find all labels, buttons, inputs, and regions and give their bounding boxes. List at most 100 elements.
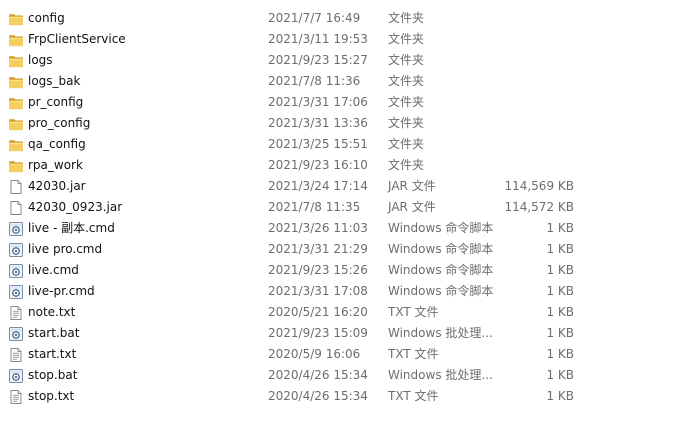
file-row[interactable]: live - 副本.cmd 2021/3/26 11:03 Windows 命令… — [0, 218, 676, 239]
modified-date: 2021/9/23 15:09 — [268, 326, 368, 340]
file-name: pro_config — [28, 116, 91, 130]
file-row[interactable]: start.txt 2020/5/9 16:06 TXT 文件 1 KB — [0, 344, 676, 365]
file-size: 1 KB — [546, 221, 574, 235]
modified-date: 2021/3/24 17:14 — [268, 179, 368, 193]
file-name: live.cmd — [28, 263, 79, 277]
script-icon — [8, 221, 24, 237]
folder-icon — [8, 137, 24, 153]
file-size: 1 KB — [546, 389, 574, 403]
file-list: config 2021/7/7 16:49 文件夹 FrpClientServi… — [0, 0, 676, 428]
file-row[interactable]: stop.txt 2020/4/26 15:34 TXT 文件 1 KB — [0, 386, 676, 407]
folder-icon — [8, 11, 24, 27]
file-name: note.txt — [28, 305, 76, 319]
file-size: 1 KB — [546, 263, 574, 277]
file-type: Windows 批处理... — [388, 326, 493, 340]
file-type: 文件夹 — [388, 95, 425, 109]
folder-icon — [8, 32, 24, 48]
file-row[interactable]: live-pr.cmd 2021/3/31 17:08 Windows 命令脚本… — [0, 281, 676, 302]
file-name: rpa_work — [28, 158, 83, 172]
folder-icon — [8, 116, 24, 132]
modified-date: 2021/9/23 15:27 — [268, 53, 368, 67]
modified-date: 2021/3/31 13:36 — [268, 116, 368, 130]
file-row[interactable]: FrpClientService 2021/3/11 19:53 文件夹 — [0, 29, 676, 50]
file-type: Windows 命令脚本 — [388, 284, 494, 298]
file-row[interactable]: pr_config 2021/3/31 17:06 文件夹 — [0, 92, 676, 113]
file-row[interactable]: logs 2021/9/23 15:27 文件夹 — [0, 50, 676, 71]
text-file-icon — [8, 347, 24, 363]
file-type: TXT 文件 — [388, 389, 439, 403]
file-size: 1 KB — [546, 242, 574, 256]
file-name: live-pr.cmd — [28, 284, 95, 298]
modified-date: 2020/4/26 15:34 — [268, 389, 368, 403]
file-size: 114,572 KB — [504, 200, 574, 214]
folder-icon — [8, 74, 24, 90]
modified-date: 2021/3/25 15:51 — [268, 137, 368, 151]
script-icon — [8, 242, 24, 258]
modified-date: 2021/3/31 21:29 — [268, 242, 368, 256]
text-file-icon — [8, 305, 24, 321]
file-row[interactable]: pro_config 2021/3/31 13:36 文件夹 — [0, 113, 676, 134]
file-type: JAR 文件 — [388, 179, 436, 193]
modified-date: 2021/3/31 17:06 — [268, 95, 368, 109]
file-name: stop.txt — [28, 389, 75, 403]
file-name: config — [28, 11, 65, 25]
file-name: logs — [28, 53, 53, 67]
file-type: 文件夹 — [388, 11, 425, 25]
file-type: Windows 命令脚本 — [388, 221, 494, 235]
modified-date: 2021/9/23 16:10 — [268, 158, 368, 172]
file-name: 42030_0923.jar — [28, 200, 123, 214]
text-file-icon — [8, 389, 24, 405]
file-row[interactable]: 42030.jar 2021/3/24 17:14 JAR 文件 114,569… — [0, 176, 676, 197]
file-size: 1 KB — [546, 305, 574, 319]
file-row[interactable]: note.txt 2020/5/21 16:20 TXT 文件 1 KB — [0, 302, 676, 323]
file-type: Windows 批处理... — [388, 368, 493, 382]
file-size: 1 KB — [546, 347, 574, 361]
file-row[interactable]: config 2021/7/7 16:49 文件夹 — [0, 8, 676, 29]
file-name: logs_bak — [28, 74, 81, 88]
modified-date: 2021/7/7 16:49 — [268, 11, 361, 25]
modified-date: 2020/5/9 16:06 — [268, 347, 361, 361]
modified-date: 2021/3/26 11:03 — [268, 221, 368, 235]
file-row[interactable]: start.bat 2021/9/23 15:09 Windows 批处理...… — [0, 323, 676, 344]
file-row[interactable]: live.cmd 2021/9/23 15:26 Windows 命令脚本 1 … — [0, 260, 676, 281]
file-type: 文件夹 — [388, 158, 425, 172]
file-icon — [8, 200, 24, 216]
file-name: stop.bat — [28, 368, 78, 382]
file-type: 文件夹 — [388, 53, 425, 67]
script-icon — [8, 368, 24, 384]
file-name: pr_config — [28, 95, 84, 109]
modified-date: 2021/7/8 11:35 — [268, 200, 361, 214]
modified-date: 2021/7/8 11:36 — [268, 74, 361, 88]
file-name: live - 副本.cmd — [28, 221, 115, 235]
file-row[interactable]: 42030_0923.jar 2021/7/8 11:35 JAR 文件 114… — [0, 197, 676, 218]
file-type: TXT 文件 — [388, 305, 439, 319]
file-name: start.bat — [28, 326, 80, 340]
modified-date: 2020/4/26 15:34 — [268, 368, 368, 382]
file-size: 1 KB — [546, 284, 574, 298]
file-row[interactable]: qa_config 2021/3/25 15:51 文件夹 — [0, 134, 676, 155]
file-type: Windows 命令脚本 — [388, 242, 494, 256]
script-icon — [8, 263, 24, 279]
file-type: 文件夹 — [388, 116, 425, 130]
script-icon — [8, 284, 24, 300]
modified-date: 2020/5/21 16:20 — [268, 305, 368, 319]
file-row[interactable]: logs_bak 2021/7/8 11:36 文件夹 — [0, 71, 676, 92]
file-name: start.txt — [28, 347, 77, 361]
file-row[interactable]: stop.bat 2020/4/26 15:34 Windows 批处理... … — [0, 365, 676, 386]
folder-icon — [8, 158, 24, 174]
file-name: 42030.jar — [28, 179, 86, 193]
file-row[interactable]: rpa_work 2021/9/23 16:10 文件夹 — [0, 155, 676, 176]
folder-icon — [8, 95, 24, 111]
file-type: TXT 文件 — [388, 347, 439, 361]
file-name: FrpClientService — [28, 32, 126, 46]
file-size: 1 KB — [546, 326, 574, 340]
file-name: qa_config — [28, 137, 86, 151]
file-type: Windows 命令脚本 — [388, 263, 494, 277]
modified-date: 2021/3/31 17:08 — [268, 284, 368, 298]
file-type: 文件夹 — [388, 32, 425, 46]
file-type: 文件夹 — [388, 137, 425, 151]
file-name: live pro.cmd — [28, 242, 103, 256]
file-row[interactable]: live pro.cmd 2021/3/31 21:29 Windows 命令脚… — [0, 239, 676, 260]
file-icon — [8, 179, 24, 195]
modified-date: 2021/3/11 19:53 — [268, 32, 368, 46]
